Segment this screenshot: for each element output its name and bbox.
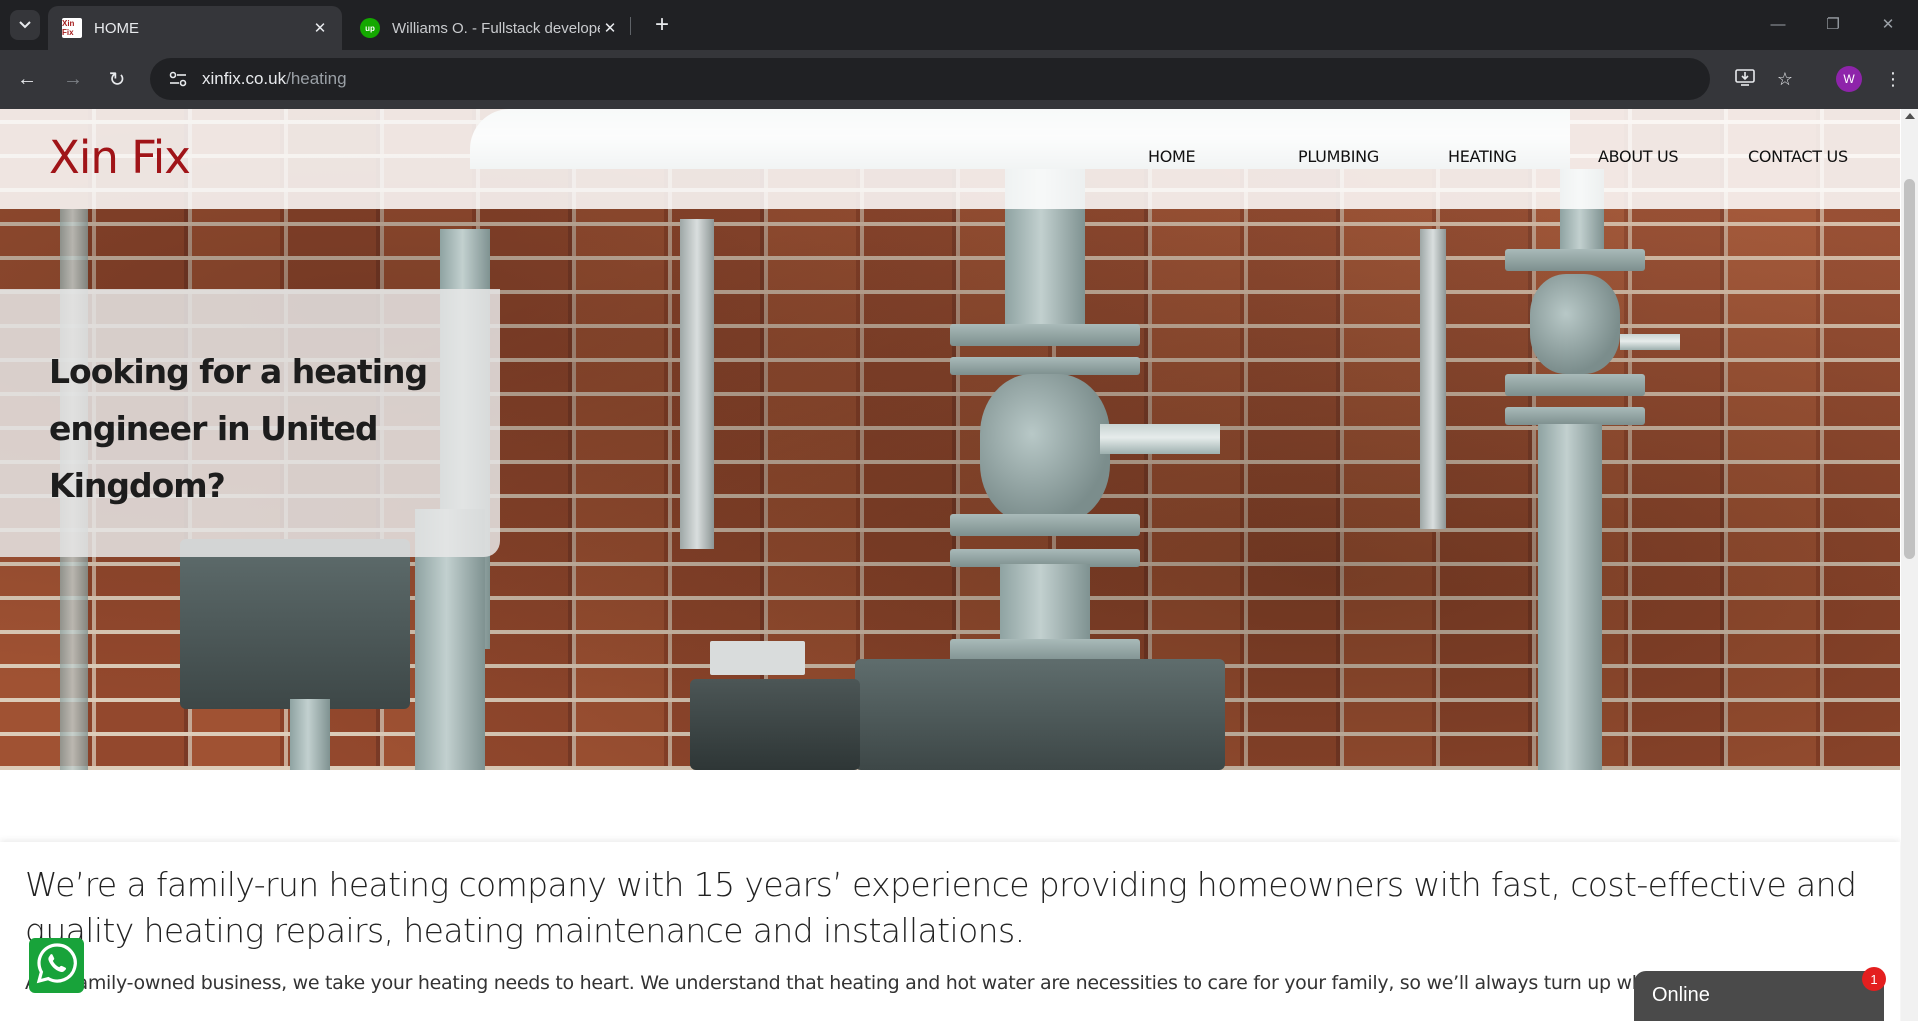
valve-handle bbox=[1620, 334, 1680, 350]
more-vertical-icon: ⋮ bbox=[1884, 68, 1902, 89]
whatsapp-icon bbox=[35, 941, 79, 990]
star-icon: ☆ bbox=[1776, 68, 1794, 89]
tab-strip: Xin Fix HOME ✕ up Williams O. - Fullstac… bbox=[0, 0, 1918, 50]
pipe bbox=[1100, 424, 1220, 454]
reload-button[interactable]: ↻ bbox=[102, 64, 132, 94]
hero-card: Looking for a heating engineer in United… bbox=[0, 289, 500, 557]
close-tab-icon[interactable]: ✕ bbox=[310, 18, 330, 38]
tab-upwork[interactable]: up Williams O. - Fullstack developer ✕ bbox=[346, 6, 632, 50]
nav-home[interactable]: HOME bbox=[1148, 147, 1196, 166]
wall-bracket bbox=[1420, 229, 1446, 529]
scroll-up-arrow-icon[interactable] bbox=[1905, 113, 1915, 119]
chat-unread-badge: 1 bbox=[1862, 967, 1886, 991]
intro-paragraph: We’re a family-run heating company with … bbox=[25, 865, 1857, 950]
close-tab-icon[interactable]: ✕ bbox=[600, 18, 620, 38]
hero-section: Xin Fix HOME PLUMBING HEATING ABOUT US C… bbox=[0, 109, 1900, 770]
scroll-thumb[interactable] bbox=[1904, 179, 1915, 559]
install-icon bbox=[1735, 68, 1755, 91]
minimize-button[interactable]: — bbox=[1756, 8, 1800, 40]
nav-heating[interactable]: HEATING bbox=[1448, 147, 1517, 166]
chat-status: Online bbox=[1652, 984, 1710, 1006]
reload-icon: ↻ bbox=[108, 68, 126, 91]
meter-box bbox=[690, 679, 860, 770]
flange bbox=[950, 324, 1140, 346]
live-chat-widget[interactable]: Online bbox=[1634, 971, 1884, 1021]
url-text: xinfix.co.uk/heating bbox=[202, 69, 347, 88]
pipe bbox=[1538, 424, 1602, 770]
minimize-icon: — bbox=[1770, 15, 1786, 33]
tab-title: Williams O. - Fullstack developer bbox=[392, 19, 600, 37]
upwork-favicon-icon: up bbox=[360, 18, 380, 38]
flange bbox=[1505, 374, 1645, 396]
flange bbox=[950, 357, 1140, 375]
valve bbox=[1530, 274, 1620, 374]
wall-bracket bbox=[680, 219, 714, 549]
flange bbox=[1505, 407, 1645, 425]
install-app-button[interactable] bbox=[1730, 64, 1760, 94]
pipe bbox=[290, 699, 330, 770]
nav-plumbing[interactable]: PLUMBING bbox=[1298, 147, 1379, 166]
restore-button[interactable]: ❐ bbox=[1811, 8, 1855, 40]
site-logo[interactable]: Xin Fix bbox=[49, 131, 191, 184]
plus-icon: + bbox=[654, 11, 669, 38]
flange bbox=[950, 514, 1140, 536]
browser-toolbar: ← → ↻ xinfix.co.uk/heating ☆ W ⋮ bbox=[0, 50, 1918, 109]
close-icon: ✕ bbox=[1881, 16, 1895, 33]
site-header: Xin Fix HOME PLUMBING HEATING ABOUT US C… bbox=[0, 109, 1900, 209]
nav-contact-us[interactable]: CONTACT US bbox=[1748, 147, 1848, 166]
gas-meter bbox=[855, 659, 1225, 770]
nav-about-us[interactable]: ABOUT US bbox=[1598, 147, 1679, 166]
whatsapp-button[interactable] bbox=[29, 938, 84, 993]
tab-search-button[interactable] bbox=[10, 10, 40, 40]
site-settings-icon[interactable] bbox=[166, 67, 190, 91]
xinfix-favicon-icon: Xin Fix bbox=[62, 18, 82, 38]
address-bar[interactable]: xinfix.co.uk/heating bbox=[150, 58, 1710, 100]
back-button[interactable]: ← bbox=[12, 64, 42, 94]
restore-icon: ❐ bbox=[1826, 16, 1840, 33]
close-window-button[interactable]: ✕ bbox=[1866, 8, 1910, 40]
tab-home[interactable]: Xin Fix HOME ✕ bbox=[48, 6, 342, 50]
browser-menu-button[interactable]: ⋮ bbox=[1878, 64, 1908, 94]
forward-button[interactable]: → bbox=[58, 64, 88, 94]
bookmark-button[interactable]: ☆ bbox=[1770, 64, 1800, 94]
profile-avatar[interactable]: W bbox=[1836, 66, 1862, 92]
hero-heading: Looking for a heating engineer in United… bbox=[49, 352, 428, 505]
meter-label bbox=[710, 641, 805, 675]
arrow-left-icon: ← bbox=[17, 67, 37, 90]
content-section: We’re a family-run heating company with … bbox=[0, 842, 1900, 1021]
regulator bbox=[180, 539, 410, 709]
arrow-right-icon: → bbox=[63, 67, 83, 90]
tab-title: HOME bbox=[94, 19, 139, 37]
page-viewport: Xin Fix HOME PLUMBING HEATING ABOUT US C… bbox=[0, 109, 1918, 1021]
new-tab-button[interactable]: + bbox=[648, 11, 676, 39]
valve bbox=[980, 374, 1110, 524]
page-scrollbar[interactable] bbox=[1901, 109, 1918, 1021]
tab-separator bbox=[630, 17, 631, 35]
chevron-down-icon bbox=[19, 16, 31, 34]
flange bbox=[1505, 249, 1645, 271]
